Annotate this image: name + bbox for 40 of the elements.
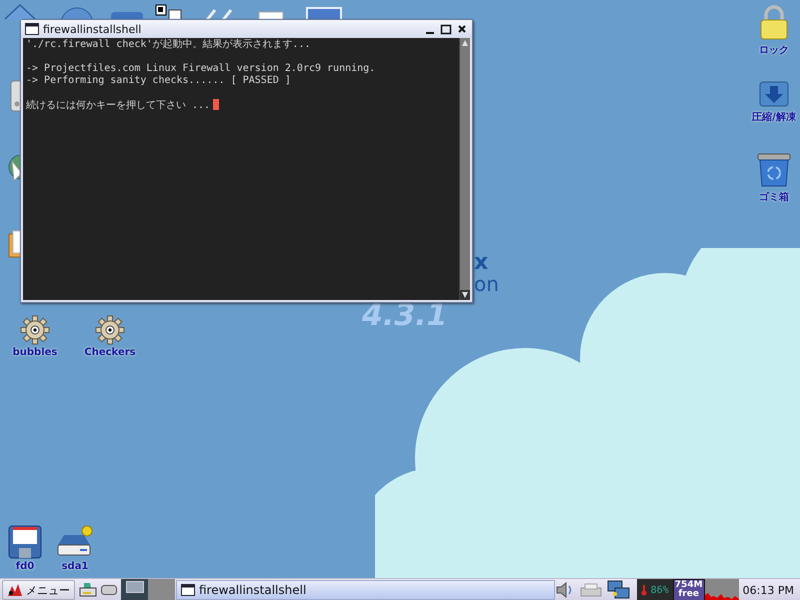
clock[interactable]: 06:13 PM xyxy=(738,584,800,596)
window-title: firewallinstallshell xyxy=(43,22,142,36)
wrench-icon xyxy=(205,8,233,20)
gear-icon xyxy=(20,315,50,345)
wallpaper-logo-text: on xyxy=(474,272,499,296)
load-graph xyxy=(704,579,739,600)
notepad-icon xyxy=(8,230,20,258)
icon-label[interactable]: ゴミ箱 xyxy=(759,190,789,204)
terminal-line: -> Performing sanity checks...... [ PASSED ] xyxy=(26,75,291,86)
taskbar-window-button[interactable]: firewallinstallshell xyxy=(176,580,555,600)
network-icon[interactable] xyxy=(606,580,631,600)
gear-icon xyxy=(95,315,125,345)
scrollbar[interactable] xyxy=(459,38,470,300)
padlock-icon xyxy=(758,5,790,41)
close-icon[interactable] xyxy=(456,23,468,35)
icon-label[interactable]: Checkers xyxy=(84,347,136,358)
wallpaper-version-text: 4.3.1 xyxy=(362,298,448,333)
terminal-line: './rc.firewall check'が起動中。結果が表示されます... xyxy=(26,39,310,50)
switch-icon xyxy=(10,80,20,112)
cpu-usage: 86% xyxy=(650,584,669,596)
icon-label[interactable]: 圧縮/解凍 xyxy=(752,110,796,124)
terminal-line: -> Projectfiles.com Linux Firewall version 2.0rc9 running. xyxy=(26,63,376,74)
thermometer-icon xyxy=(640,584,647,596)
recycle-bin-icon xyxy=(757,152,791,188)
maximize-icon[interactable] xyxy=(440,23,452,35)
icon-label[interactable]: fd0 xyxy=(16,561,34,572)
terminal-line: 続けるには何かキーを押して下さい ... xyxy=(26,100,210,111)
window-icon xyxy=(25,23,39,35)
icon-label[interactable]: ロック xyxy=(759,43,789,57)
icon-label[interactable]: bubbles xyxy=(12,347,58,358)
menu-button[interactable]: メニュー xyxy=(2,580,75,600)
icon-label[interactable]: sda1 xyxy=(62,561,88,572)
drive-icon[interactable] xyxy=(101,585,117,595)
wallpaper-logo-text: x xyxy=(474,250,488,275)
app-logo-icon xyxy=(7,583,23,597)
window-icon xyxy=(181,584,195,596)
desktop-pager[interactable] xyxy=(121,579,148,600)
memory-monitor: 754M free xyxy=(672,579,705,600)
scroll-down-icon[interactable] xyxy=(460,290,470,300)
printer-icon[interactable] xyxy=(79,582,97,598)
